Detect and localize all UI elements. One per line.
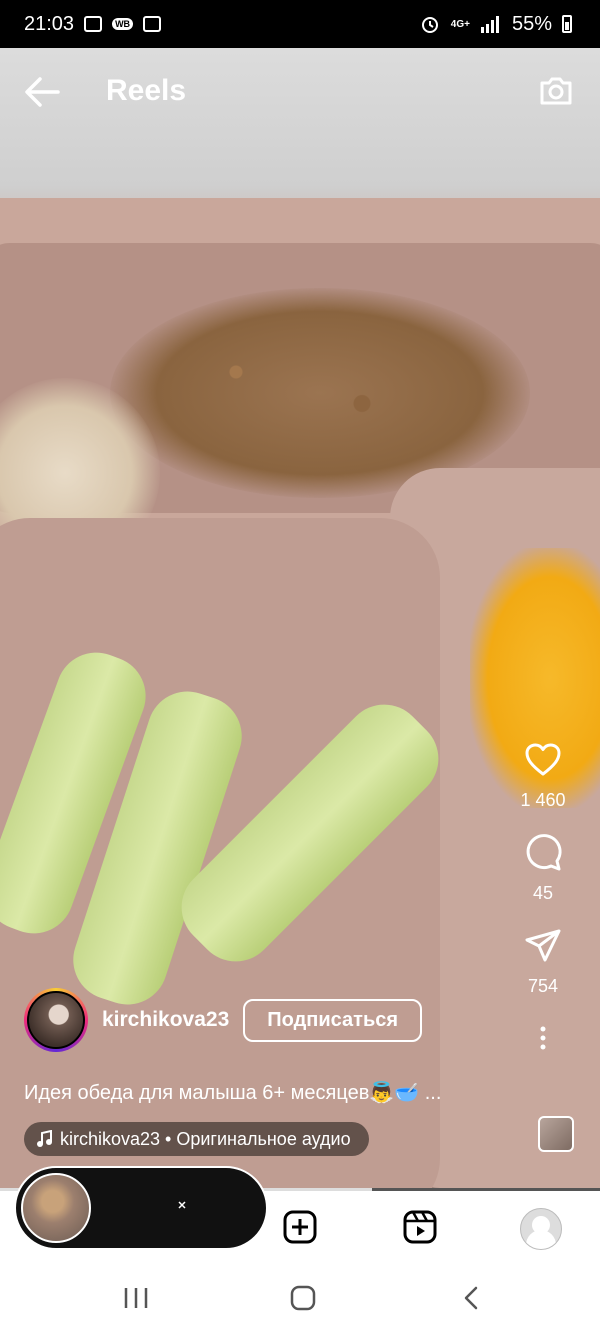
status-bar: 21:03 WB 4G+ 55% <box>0 0 600 48</box>
create-icon[interactable] <box>283 1210 317 1244</box>
media-icon <box>143 16 162 32</box>
signal-icon <box>480 16 499 33</box>
status-time: 21:03 <box>24 12 75 35</box>
send-icon[interactable] <box>523 926 563 966</box>
network-type: 4G+ <box>450 18 470 30</box>
reel-caption[interactable]: Идея обеда для малыша 6+ месяцев👼🥣 ... <box>24 1080 441 1105</box>
profile-icon[interactable] <box>520 1208 562 1250</box>
reels-icon[interactable] <box>403 1210 437 1244</box>
reels-header: Reels <box>0 48 600 138</box>
share-action[interactable]: 754 <box>523 926 563 997</box>
like-count: 1 460 <box>520 790 566 810</box>
comment-count: 45 <box>532 883 554 903</box>
like-action[interactable]: 1 460 <box>520 740 566 811</box>
buckwheat-food <box>110 288 530 498</box>
audio-label: kirchikova23 • Оригинальное аудио <box>60 1128 351 1149</box>
author-username[interactable]: kirchikova23 <box>102 1008 229 1032</box>
story-ring[interactable] <box>24 988 88 1052</box>
heart-icon[interactable] <box>523 740 563 780</box>
more-options-icon[interactable] <box>538 1025 548 1051</box>
comment-action[interactable]: 45 <box>523 833 563 904</box>
camera-icon[interactable] <box>538 72 574 108</box>
battery-icon <box>562 15 572 33</box>
music-note-icon <box>37 1130 52 1147</box>
wb-icon: WB <box>112 18 134 30</box>
back-icon[interactable] <box>458 1285 486 1311</box>
battery-percent: 55% <box>511 12 552 35</box>
author-row: kirchikova23 Подписаться <box>24 988 423 1052</box>
reel-actions: 1 460 45 754 <box>508 740 578 1051</box>
page-title: Reels <box>106 74 187 107</box>
back-arrow-icon[interactable] <box>22 74 62 110</box>
gallery-icon <box>84 16 103 32</box>
mini-player-indicator-icon <box>178 1201 186 1209</box>
follow-button[interactable]: Подписаться <box>243 998 423 1042</box>
mini-player[interactable] <box>14 1166 268 1250</box>
mini-player-thumbnail[interactable] <box>21 1173 91 1243</box>
avatar[interactable] <box>27 991 85 1049</box>
audio-pill[interactable]: kirchikova23 • Оригинальное аудио <box>24 1122 369 1156</box>
comment-icon[interactable] <box>523 833 563 873</box>
home-icon[interactable] <box>289 1285 317 1311</box>
audio-thumbnail[interactable] <box>538 1116 574 1152</box>
alarm-icon <box>421 17 438 33</box>
share-count: 754 <box>527 976 559 996</box>
recents-icon[interactable] <box>122 1285 150 1311</box>
